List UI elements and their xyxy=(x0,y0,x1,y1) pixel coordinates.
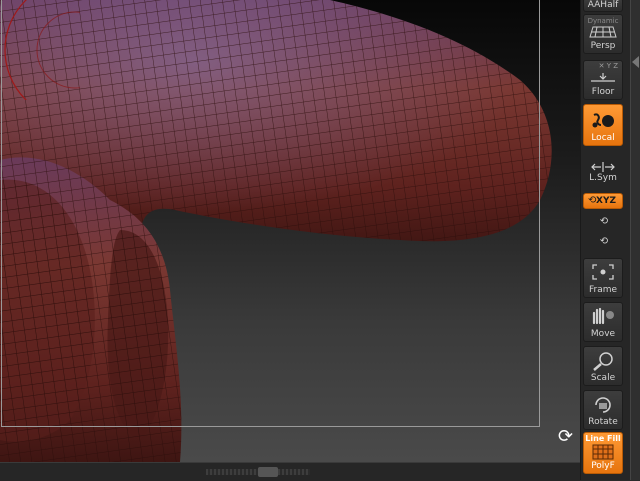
move-button[interactable]: Move xyxy=(583,302,623,342)
rotate-cursor-icon: ⟳ xyxy=(558,426,574,447)
scale-icon xyxy=(593,352,613,371)
tray-collapse-arrow-icon[interactable] xyxy=(632,56,639,68)
lsym-icon xyxy=(591,162,615,172)
persp-label: Persp xyxy=(590,41,616,51)
floor-label: Floor xyxy=(591,87,615,97)
lsym-label: L.Sym xyxy=(589,173,617,183)
floor-button[interactable]: ✕ Y Z Floor xyxy=(583,60,623,100)
local-button[interactable]: Local xyxy=(583,104,623,146)
bottom-tray-grip[interactable] xyxy=(258,467,278,477)
rotate-button[interactable]: Rotate xyxy=(583,390,623,430)
frame-label: Frame xyxy=(588,285,618,295)
scale-button[interactable]: Scale xyxy=(583,346,623,386)
local-icon xyxy=(592,113,614,128)
frame-button[interactable]: Frame xyxy=(583,258,623,298)
polyf-button[interactable]: Line Fill PolyF xyxy=(583,432,623,474)
aahalf-label: AAHalf xyxy=(587,0,619,10)
xyz-label: XYZ xyxy=(596,196,616,206)
persp-button[interactable]: Dynamic Persp xyxy=(583,14,623,54)
floor-icon xyxy=(591,73,615,82)
polyf-label: PolyF xyxy=(591,461,615,471)
aahalf-button[interactable]: AAHalf xyxy=(583,0,623,12)
brush-cursor-ring xyxy=(4,0,80,100)
line-fill-label: Line Fill xyxy=(585,434,621,443)
bottom-shelf xyxy=(0,462,580,481)
polyf-icon xyxy=(592,444,614,460)
xyz-button[interactable]: ⟲ XYZ xyxy=(583,193,623,209)
rotate-z-icon[interactable]: ⟲ xyxy=(597,236,611,247)
scale-label: Scale xyxy=(590,373,616,383)
dynamic-label: Dynamic xyxy=(587,17,619,25)
persp-grid-icon xyxy=(589,26,617,38)
right-tray-strip[interactable] xyxy=(630,0,640,480)
lsym-button[interactable]: L.Sym xyxy=(583,158,623,186)
rotate-y-icon[interactable]: ⟲ xyxy=(597,216,611,227)
rotate-label: Rotate xyxy=(588,417,618,427)
frame-icon xyxy=(592,264,614,280)
floor-axes-icon: ✕ Y Z xyxy=(598,62,618,70)
sculpt-mesh[interactable] xyxy=(0,0,580,462)
move-label: Move xyxy=(590,329,616,339)
local-label: Local xyxy=(591,133,615,143)
move-hand-icon xyxy=(592,307,614,325)
rotate-icon xyxy=(595,397,611,413)
canvas-viewport[interactable]: ⟳ xyxy=(0,0,580,462)
